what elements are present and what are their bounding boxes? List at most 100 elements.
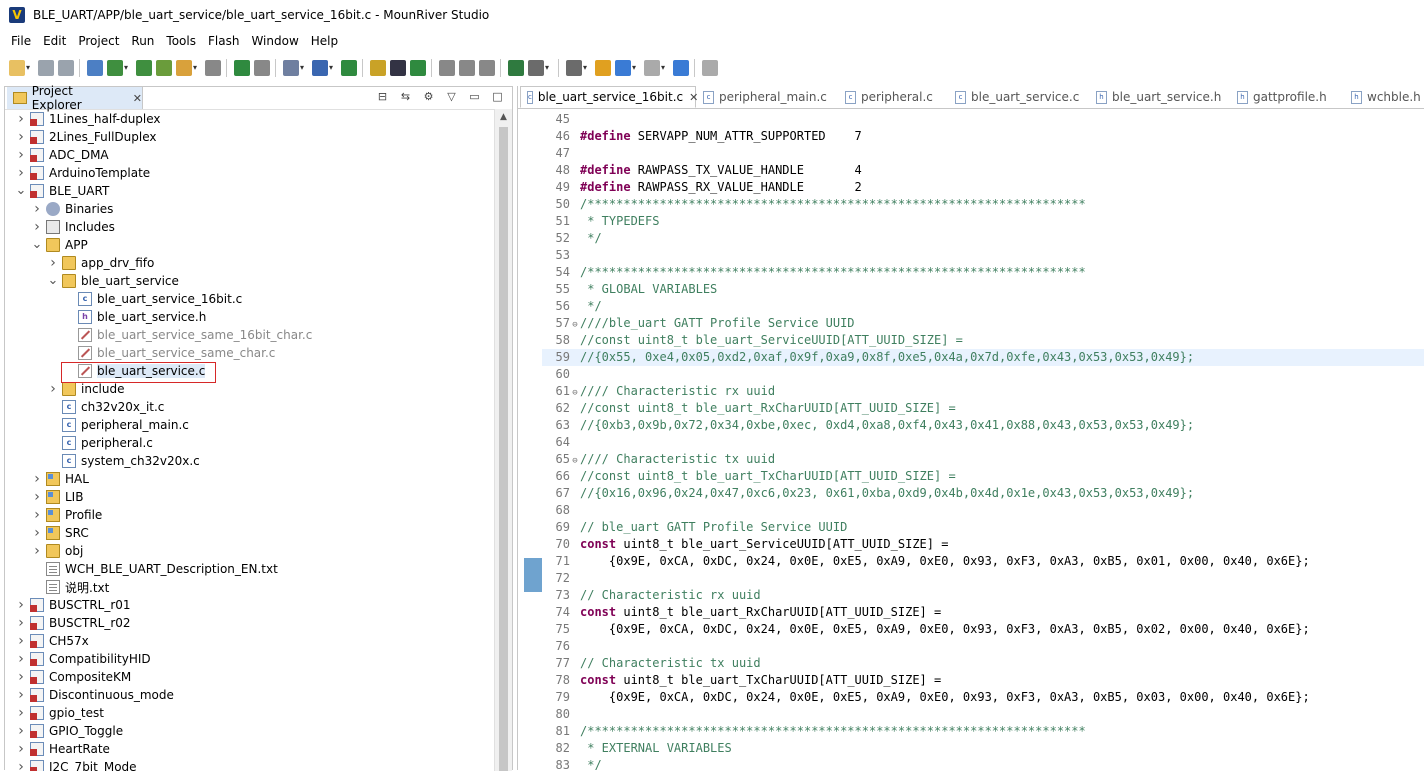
chevron-right-icon[interactable]: ›	[31, 525, 43, 541]
tree-item[interactable]: › CH57x	[15, 632, 89, 650]
code-line[interactable]: 51 * TYPEDEFS	[542, 213, 1424, 230]
code-line[interactable]: 69 // ble_uart GATT Profile Service UUID	[542, 519, 1424, 536]
dropdown-arrow-icon[interactable]: ▾	[545, 60, 552, 76]
dropdown-arrow-icon[interactable]: ▾	[583, 60, 590, 76]
chevron-right-icon[interactable]: ›	[15, 633, 27, 649]
view-menu-icon[interactable]: ▽	[445, 90, 458, 103]
tree-item[interactable]: › CompatibilityHID	[15, 650, 150, 668]
settings-icon[interactable]	[205, 60, 221, 76]
tree-scrollbar[interactable]: ▲	[494, 109, 512, 771]
tree-item[interactable]: › Profile	[31, 506, 102, 524]
chevron-right-icon[interactable]: ›	[15, 741, 27, 757]
code-line[interactable]: 82 * EXTERNAL VARIABLES	[542, 740, 1424, 757]
flash-icon[interactable]	[136, 60, 152, 76]
tree-item[interactable]: › 1Lines_half-duplex	[15, 111, 160, 128]
tree-item[interactable]: ⌄ BLE_UART	[15, 182, 109, 200]
chevron-right-icon[interactable]: ›	[15, 615, 27, 631]
editor-tab[interactable]: h wchble.h	[1351, 86, 1421, 108]
indent-icon[interactable]	[439, 60, 455, 76]
editor-tab[interactable]: c ble_uart_service.c	[955, 86, 1079, 108]
chevron-down-icon[interactable]: ⌄	[47, 274, 59, 287]
chevron-right-icon[interactable]: ›	[31, 471, 43, 487]
tools-icon[interactable]	[254, 60, 270, 76]
code-line[interactable]: 49 #define RAWPASS_RX_VALUE_HANDLE 2	[542, 179, 1424, 196]
pin2-icon[interactable]	[702, 60, 718, 76]
chevron-right-icon[interactable]: ›	[47, 381, 59, 397]
code-line[interactable]: 80	[542, 706, 1424, 723]
editor-tab[interactable]: h gattprofile.h	[1237, 86, 1327, 108]
code-line[interactable]: 50 /*************************************…	[542, 196, 1424, 213]
code-line[interactable]: 71 {0x9E, 0xCA, 0xDC, 0x24, 0x0E, 0xE5, …	[542, 553, 1424, 570]
new-icon[interactable]	[9, 60, 25, 76]
console-icon[interactable]	[508, 60, 524, 76]
prev-icon[interactable]	[615, 60, 631, 76]
code-line[interactable]: 45	[542, 111, 1424, 128]
editor-tab[interactable]: h ble_uart_service.h	[1096, 86, 1221, 108]
code-line[interactable]: 55 * GLOBAL VARIABLES	[542, 281, 1424, 298]
run-icon[interactable]	[410, 60, 426, 76]
tree-item[interactable]: › ADC_DMA	[15, 146, 108, 164]
tree-item[interactable]: › CompositeKM	[15, 668, 131, 686]
code-line[interactable]: 59 //{0x55, 0xe4,0x05,0xd2,0xaf,0x9f,0xa9…	[542, 349, 1424, 366]
tree-item[interactable]: WCH_BLE_UART_Description_EN.txt	[31, 560, 278, 578]
menu-edit[interactable]: Edit	[37, 34, 72, 48]
tree-item[interactable]: › I2C_7bit_Mode	[15, 758, 137, 771]
menu-run[interactable]: Run	[125, 34, 160, 48]
build-icon[interactable]	[87, 60, 103, 76]
tab-project-explorer[interactable]: Project Explorer ✕	[7, 84, 143, 112]
chevron-down-icon[interactable]: ⌄	[15, 184, 27, 197]
chevron-right-icon[interactable]: ›	[15, 129, 27, 145]
code-line[interactable]: 77 // Characteristic tx uuid	[542, 655, 1424, 672]
filter-icon[interactable]: ⚙	[422, 90, 435, 103]
tree-item[interactable]: ⌄ ble_uart_service	[47, 272, 179, 290]
tree-item[interactable]: › GPIO_Toggle	[15, 722, 123, 740]
menu-tools[interactable]: Tools	[160, 34, 202, 48]
tree-item[interactable]: c ble_uart_service_16bit.c	[63, 290, 242, 308]
code-line[interactable]: 81 /*************************************…	[542, 723, 1424, 740]
chevron-right-icon[interactable]: ›	[15, 687, 27, 703]
code-line[interactable]: 63 //{0xb3,0x9b,0x72,0x34,0xbe,0xec, 0xd4…	[542, 417, 1424, 434]
menu-file[interactable]: File	[5, 34, 37, 48]
minimize-icon[interactable]: ▭	[468, 90, 481, 103]
menu-flash[interactable]: Flash	[202, 34, 245, 48]
chevron-right-icon[interactable]: ›	[15, 759, 27, 771]
format-icon[interactable]	[479, 60, 495, 76]
chevron-right-icon[interactable]: ›	[31, 219, 43, 235]
tree-item[interactable]: 说明.txt	[31, 578, 109, 596]
code-line[interactable]: 47	[542, 145, 1424, 162]
terminal-icon[interactable]	[390, 60, 406, 76]
chevron-right-icon[interactable]: ›	[31, 201, 43, 217]
code-line[interactable]: 83 */	[542, 757, 1424, 770]
tree-item[interactable]: › HAL	[31, 470, 89, 488]
chevron-right-icon[interactable]: ›	[15, 651, 27, 667]
code-line[interactable]: 70 const uint8_t ble_uart_ServiceUUID[ATT…	[542, 536, 1424, 553]
tree-item[interactable]: › app_drv_fifo	[47, 254, 154, 272]
tree-item[interactable]: c peripheral.c	[47, 434, 153, 452]
tree-item[interactable]: › BUSCTRL_r01	[15, 596, 130, 614]
chevron-right-icon[interactable]: ›	[15, 597, 27, 613]
editor-tab[interactable]: c peripheral.c	[845, 86, 933, 108]
tree-item[interactable]: › ArduinoTemplate	[15, 164, 150, 182]
editor-tab[interactable]: c ble_uart_service_16bit.c ✕	[520, 86, 698, 108]
tree-item[interactable]: ble_uart_service_same_char.c	[63, 344, 275, 362]
code-line[interactable]: 53	[542, 247, 1424, 264]
doc2-icon[interactable]	[566, 60, 582, 76]
id-icon[interactable]	[341, 60, 357, 76]
dropdown-arrow-icon[interactable]: ▾	[26, 60, 33, 76]
dropdown-arrow-icon[interactable]: ▾	[124, 60, 131, 76]
tree-item[interactable]: › Binaries	[31, 200, 113, 218]
chevron-right-icon[interactable]: ›	[31, 543, 43, 559]
doc-icon[interactable]	[528, 60, 544, 76]
tree-item[interactable]: c system_ch32v20x.c	[47, 452, 200, 470]
layers-icon[interactable]	[156, 60, 172, 76]
lock-icon[interactable]	[370, 60, 386, 76]
tree-item[interactable]: › BUSCTRL_r02	[15, 614, 130, 632]
code-line[interactable]: 66 //const uint8_t ble_uart_TxCharUUID[AT…	[542, 468, 1424, 485]
collapse-all-icon[interactable]: ⊟	[376, 90, 389, 103]
code-line[interactable]: 58 //const uint8_t ble_uart_ServiceUUID[A…	[542, 332, 1424, 349]
chevron-right-icon[interactable]: ›	[31, 507, 43, 523]
chevron-right-icon[interactable]: ›	[47, 255, 59, 271]
code-line[interactable]: 52 */	[542, 230, 1424, 247]
next-icon[interactable]	[644, 60, 660, 76]
chevron-right-icon[interactable]: ›	[15, 669, 27, 685]
